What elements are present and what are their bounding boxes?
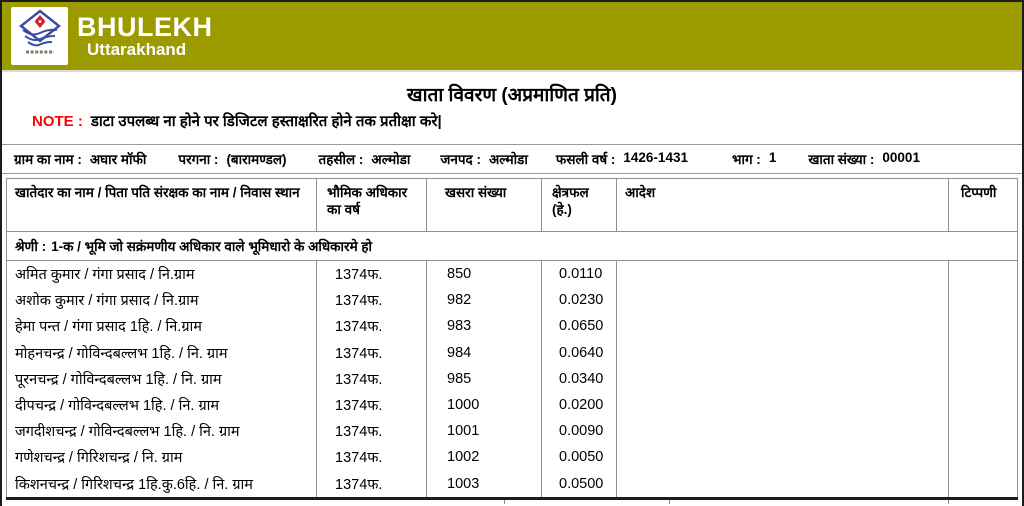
col-header-remark: टिप्पणी	[961, 185, 997, 200]
col-header-order: आदेश	[617, 179, 949, 231]
info-village: ग्राम का नाम : अघार मॉफी	[14, 152, 147, 167]
brand-header: BHULEKH Uttarakhand	[2, 2, 1022, 72]
cell-khasra: 982	[427, 287, 542, 314]
cell-name: हेमा पन्त / गंगा प्रसाद 1हि. / नि.ग्राम	[7, 313, 317, 340]
table-row: दीपचन्द्र / गोविन्दबल्लभ 1हि. / नि. ग्रा…	[7, 391, 1017, 419]
cell-area: 0.0340	[542, 365, 617, 392]
table-row: किशनचन्द्र / गिरिशचन्द्र 1हि.कु.6हि. / न…	[7, 470, 1017, 497]
cell-area: 0.0050	[542, 444, 617, 471]
cell-order	[617, 313, 949, 340]
cell-order	[617, 261, 949, 288]
table-row: अशोक कुमार / गंगा प्रसाद / नि.ग्राम 1374…	[7, 287, 1017, 314]
cell-area: 0.0090	[542, 418, 617, 445]
brand-text: BHULEKH Uttarakhand	[77, 13, 213, 59]
cell-year: 1374फ.	[317, 339, 427, 366]
cell-remark	[949, 261, 1017, 287]
table-header-row: खातेदार का नाम / पिता पति संरक्षक का नाम…	[6, 178, 1018, 232]
cell-khasra: 850	[427, 261, 542, 288]
cell-remark	[949, 287, 1017, 313]
info-pargana: परगना : (बारामण्डल)	[178, 152, 287, 167]
cell-year: 1374फ.	[317, 261, 427, 288]
uttarakhand-emblem-logo	[11, 7, 68, 65]
cell-order	[617, 418, 949, 445]
cell-khasra: 1000	[427, 391, 542, 419]
cell-remark	[949, 313, 1017, 339]
note-label: NOTE :	[32, 113, 83, 130]
info-tehsil: तहसील : अल्मोडा	[318, 152, 411, 167]
category-row: श्रेणी : 1-क / भूमि जो सक्रंमणीय अधिकार …	[6, 232, 1018, 261]
cell-order	[617, 339, 949, 366]
cell-remark	[949, 392, 1017, 418]
cell-name: गणेशचन्द्र / गिरिशचन्द्र / नि. ग्राम	[7, 444, 317, 471]
record-info-bar: ग्राम का नाम : अघार मॉफी परगना : (बारामण्ड…	[2, 144, 1022, 174]
cell-area: 0.0650	[542, 313, 617, 340]
table-row: पूरनचन्द्र / गोविन्दबल्लभ 1हि. / नि. ग्र…	[7, 365, 1017, 392]
cell-area: 0.0200	[542, 391, 617, 419]
info-district: जनपद : अल्मोडा	[440, 152, 528, 167]
cell-name: मोहनचन्द्र / गोविन्दबल्लभ 1हि. / नि. ग्र…	[7, 339, 317, 366]
category-text: 1-क / भूमि जो सक्रंमणीय अधिकार वाले भूमि…	[51, 239, 373, 254]
cell-year: 1374फ.	[317, 391, 427, 419]
cell-name: दीपचन्द्र / गोविन्दबल्लभ 1हि. / नि. ग्रा…	[7, 391, 317, 419]
cell-area: 0.0110	[542, 261, 617, 288]
cell-order	[617, 470, 949, 497]
table-row: मोहनचन्द्र / गोविन्दबल्लभ 1हि. / नि. ग्र…	[7, 339, 1017, 366]
cell-year: 1374फ.	[317, 418, 427, 445]
cell-year: 1374फ.	[317, 444, 427, 471]
cell-year: 1374फ.	[317, 313, 427, 340]
cell-remark	[949, 340, 1017, 366]
cell-khasra: 985	[427, 365, 542, 392]
table-row: जगदीशचन्द्र / गोविन्दबल्लभ 1हि. / नि. ग्…	[7, 418, 1017, 445]
page-title: खाता विवरण (अप्रमाणित प्रति)	[407, 85, 617, 106]
info-fasli-year: फसली वर्ष :1426-1431	[555, 150, 688, 167]
cell-remark	[949, 418, 1017, 444]
cell-name: अमित कुमार / गंगा प्रसाद / नि.ग्राम	[7, 261, 317, 288]
cell-area: 0.0640	[542, 339, 617, 366]
cell-order	[617, 444, 949, 471]
brand-title: BHULEKH	[77, 11, 213, 42]
cell-name: किशनचन्द्र / गिरिशचन्द्र 1हि.कु.6हि. / न…	[7, 470, 317, 497]
cell-khasra: 1003	[427, 470, 542, 497]
cell-khasra: 1002	[427, 444, 542, 471]
records-table: खातेदार का नाम / पिता पति संरक्षक का नाम…	[6, 178, 1018, 504]
cell-name: अशोक कुमार / गंगा प्रसाद / नि.ग्राम	[7, 287, 317, 314]
col-header-khasra-number: खसरा संख्या	[427, 179, 542, 231]
info-khata-number: खाता संख्या :00001	[808, 150, 920, 167]
col-header-bhoomik-adhikar-year: भौमिक अधिकार का वर्ष	[317, 179, 427, 231]
info-part: भाग :1	[731, 150, 777, 167]
cell-area: 0.0500	[542, 470, 617, 497]
table-row: हेमा पन्त / गंगा प्रसाद 1हि. / नि.ग्राम …	[7, 313, 1017, 340]
cell-khasra: 984	[427, 339, 542, 366]
cell-year: 1374फ.	[317, 287, 427, 314]
cell-year: 1374फ.	[317, 470, 427, 497]
cell-order	[617, 365, 949, 392]
note-text: डाटा उपलब्ध ना होने पर डिजिटल हस्ताक्षरि…	[90, 113, 442, 130]
cell-remark	[949, 366, 1017, 392]
cell-remark	[949, 444, 1017, 470]
brand-subtitle: Uttarakhand	[87, 40, 187, 60]
cell-year: 1374फ.	[317, 365, 427, 392]
cell-order	[617, 391, 949, 419]
table-body: अमित कुमार / गंगा प्रसाद / नि.ग्राम 1374…	[6, 261, 1018, 497]
note-line: NOTE : डाटा उपलब्ध ना होने पर डिजिटल हस्त…	[32, 111, 1022, 131]
next-section-edge	[6, 500, 1018, 504]
cell-area: 0.0230	[542, 287, 617, 314]
table-row: अमित कुमार / गंगा प्रसाद / नि.ग्राम 1374…	[7, 261, 1017, 288]
cell-order	[617, 287, 949, 314]
cell-remark	[949, 471, 1017, 497]
cell-khasra: 983	[427, 313, 542, 340]
category-label: श्रेणी :	[15, 239, 47, 254]
cell-name: पूरनचन्द्र / गोविन्दबल्लभ 1हि. / नि. ग्र…	[7, 365, 317, 392]
cell-name: जगदीशचन्द्र / गोविन्दबल्लभ 1हि. / नि. ग्…	[7, 418, 317, 445]
col-header-area-hectare: क्षेत्रफल (हे.)	[542, 179, 617, 231]
cell-khasra: 1001	[427, 418, 542, 445]
uttarakhand-emblem-icon	[17, 8, 63, 64]
khata-vivaran-page: BHULEKH Uttarakhand खाता विवरण (अप्रमाणि…	[0, 0, 1024, 506]
col-header-khatedar-name: खातेदार का नाम / पिता पति संरक्षक का नाम…	[7, 179, 317, 231]
table-row: गणेशचन्द्र / गिरिशचन्द्र / नि. ग्राम 137…	[7, 444, 1017, 471]
